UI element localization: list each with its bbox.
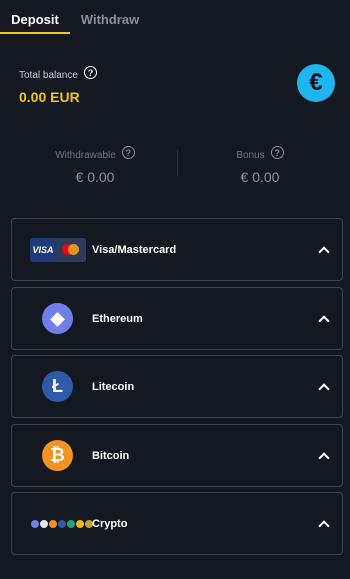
method-name: Crypto xyxy=(92,517,128,530)
bonus-text: Bonus xyxy=(236,150,265,161)
total-balance-label: Total balance ? xyxy=(19,66,97,82)
method-name: Ethereum xyxy=(92,312,143,325)
euro-icon: € xyxy=(297,64,335,102)
help-icon[interactable]: ? xyxy=(270,146,284,159)
payment-tabs: Deposit Withdraw xyxy=(0,0,350,36)
bonus-stat: Bonus ? € 0.00 xyxy=(205,145,315,185)
chevron-up-icon xyxy=(318,245,330,258)
tab-deposit[interactable]: Deposit xyxy=(0,0,70,34)
bonus-label: Bonus ? xyxy=(236,146,284,162)
help-icon[interactable]: ? xyxy=(121,146,135,159)
chevron-up-icon xyxy=(318,382,330,395)
bitcoin-icon: ₿ xyxy=(42,440,73,471)
mastercard-icon xyxy=(56,237,86,262)
help-icon[interactable]: ? xyxy=(83,66,97,79)
method-litecoin[interactable]: Ł Litecoin xyxy=(11,355,343,418)
chevron-up-icon xyxy=(318,519,330,532)
withdrawable-text: Withdrawable xyxy=(55,150,116,161)
withdrawable-value: € 0.00 xyxy=(75,169,115,185)
tab-withdraw[interactable]: Withdraw xyxy=(70,0,150,34)
litecoin-icon: Ł xyxy=(42,371,73,402)
method-name: Litecoin xyxy=(92,380,135,393)
chevron-up-icon xyxy=(318,314,330,327)
method-name: Bitcoin xyxy=(92,449,130,462)
total-balance-value: 0.00 EUR xyxy=(19,89,80,105)
ethereum-icon: ◆ xyxy=(42,303,73,334)
visa-mastercard-icon: VISA xyxy=(30,237,86,262)
method-bitcoin[interactable]: ₿ Bitcoin xyxy=(11,424,343,487)
chevron-up-icon xyxy=(318,451,330,464)
visa-logo: VISA xyxy=(32,244,54,255)
stat-divider xyxy=(177,150,178,176)
total-balance-text: Total balance xyxy=(19,70,78,81)
method-visa-mastercard[interactable]: VISA Visa/Mastercard xyxy=(11,218,343,281)
method-crypto[interactable]: Crypto xyxy=(11,492,343,555)
bonus-value: € 0.00 xyxy=(240,169,280,185)
method-name: Visa/Mastercard xyxy=(92,243,177,256)
withdrawable-label: Withdrawable ? xyxy=(55,146,135,162)
withdrawable-stat: Withdrawable ? € 0.00 xyxy=(40,145,150,185)
crypto-coins-icon xyxy=(30,518,94,529)
method-ethereum[interactable]: ◆ Ethereum xyxy=(11,287,343,350)
